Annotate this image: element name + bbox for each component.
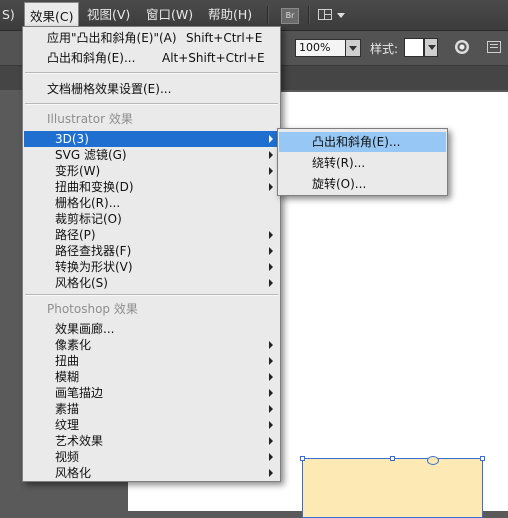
submenu-item-label: 绕转(R)... [312, 156, 366, 170]
menu-item-brush-strokes[interactable]: 画笔描边 [24, 385, 279, 401]
menu-item-label: 变形(W) [55, 164, 101, 178]
submenu-item-label: 凸出和斜角(E)... [312, 135, 401, 149]
menubar-divider [308, 6, 310, 24]
menu-item-distort-transform[interactable]: 扭曲和变换(D) [24, 179, 279, 195]
menu-item-label: 视频 [55, 450, 80, 464]
menu-item-label: 纹理 [55, 418, 80, 432]
menu-item-label: 栅格化(R)... [55, 196, 121, 210]
menu-item-label: SVG 滤镜(G) [55, 148, 127, 162]
submenu-arrow-icon [269, 389, 273, 397]
menu-item-label: 像素化 [55, 338, 92, 352]
menu-item-apply-last-effect[interactable]: 应用"凸出和斜角(E)"(A) Shift+Ctrl+E [24, 30, 279, 46]
submenu-item-label: 旋转(O)... [312, 177, 367, 191]
menu-item-label: 路径(P) [55, 228, 96, 242]
bridge-button[interactable]: Br [281, 8, 299, 24]
corner-widget[interactable] [427, 456, 439, 465]
workspace-switcher-button[interactable] [318, 6, 348, 24]
menu-item-label: 路径查找器(F) [55, 244, 132, 258]
menu-item-pixelate[interactable]: 像素化 [24, 337, 279, 353]
submenu-arrow-icon [269, 373, 273, 381]
menu-item-label: 应用"凸出和斜角(E)"(A) [47, 31, 177, 45]
menu-item-effect-gallery[interactable]: 效果画廊... [24, 321, 279, 337]
submenu-item-extrude-bevel[interactable]: 凸出和斜角(E)... [279, 132, 446, 152]
menu-divider [25, 294, 278, 296]
submenu-arrow-icon [269, 167, 273, 175]
submenu-arrow-icon [269, 279, 273, 287]
submenu-arrow-icon [269, 231, 273, 239]
submenu-arrow-icon [269, 151, 273, 159]
submenu-arrow-icon [269, 405, 273, 413]
menu-item-path[interactable]: 路径(P) [24, 227, 279, 243]
selection-handle[interactable] [480, 456, 485, 461]
menu-item-warp[interactable]: 变形(W) [24, 163, 279, 179]
menu-item-last-effect[interactable]: 凸出和斜角(E)... Alt+Shift+Ctrl+E [24, 50, 279, 66]
menu-item-distort[interactable]: 扭曲 [24, 353, 279, 369]
menu-item-label: 模糊 [55, 370, 80, 384]
submenu-arrow-icon [269, 437, 273, 445]
shortcut-label: Alt+Shift+Ctrl+E [162, 51, 265, 65]
selected-rectangle[interactable] [302, 458, 483, 518]
menu-item-stylize-illustrator[interactable]: 风格化(S) [24, 275, 279, 291]
menu-item-label: 凸出和斜角(E)... [47, 51, 136, 65]
menu-item-label: 素描 [55, 402, 80, 416]
submenu-arrow-icon [269, 183, 273, 191]
menu-divider [25, 72, 278, 74]
menu-item-blur[interactable]: 模糊 [24, 369, 279, 385]
menu-item-convert-to-shape[interactable]: 转换为形状(V) [24, 259, 279, 275]
submenu-arrow-icon [269, 135, 273, 143]
submenu-item-revolve[interactable]: 绕转(R)... [279, 153, 446, 173]
layout-grid-icon [318, 9, 332, 20]
menu-item-stylize-photoshop[interactable]: 风格化 [24, 465, 279, 481]
selection-handle[interactable] [300, 456, 305, 461]
submenu-arrow-icon [269, 469, 273, 477]
menu-item-label: 画笔描边 [55, 386, 104, 400]
submenu-arrow-icon [269, 247, 273, 255]
menu-item-texture[interactable]: 纹理 [24, 417, 279, 433]
menu-item-rasterize[interactable]: 栅格化(R)... [24, 195, 279, 211]
panel-menu-icon[interactable] [487, 41, 501, 53]
menubar-divider [267, 6, 269, 24]
submenu-arrow-icon [269, 421, 273, 429]
shortcut-label: Shift+Ctrl+E [186, 31, 263, 45]
menu-item-label: 效果画廊... [55, 322, 115, 336]
menu-item-artistic[interactable]: 艺术效果 [24, 433, 279, 449]
menu-divider [25, 103, 278, 105]
menu-item-label: 艺术效果 [55, 434, 104, 448]
menu-item-label: 风格化 [55, 466, 92, 480]
menu-item-label: 文档栅格效果设置(E)... [47, 82, 172, 96]
menu-item-3d[interactable]: 3D(3) [24, 131, 279, 147]
effect-menu: 应用"凸出和斜角(E)"(A) Shift+Ctrl+E 凸出和斜角(E)...… [22, 26, 281, 482]
menu-item-label: 裁剪标记(O) [55, 212, 122, 226]
menu-item-sketch[interactable]: 素描 [24, 401, 279, 417]
menu-item-svg-filters[interactable]: SVG 滤镜(G) [24, 147, 279, 163]
menu-item-label: 扭曲和变换(D) [55, 180, 134, 194]
menu-item-pathfinder[interactable]: 路径查找器(F) [24, 243, 279, 259]
menu-item-crop-marks[interactable]: 裁剪标记(O) [24, 211, 279, 227]
menu-item-raster-settings[interactable]: 文档栅格效果设置(E)... [24, 81, 279, 97]
submenu-arrow-icon [269, 263, 273, 271]
menu-item-label: 转换为形状(V) [55, 260, 133, 274]
section-header-photoshop: Photoshop 效果 [47, 302, 138, 316]
submenu-arrow-icon [269, 453, 273, 461]
menu-item-label: 扭曲 [55, 354, 80, 368]
style-label: 样式: [370, 42, 399, 56]
zoom-dropdown-button[interactable] [345, 39, 361, 57]
submenu-3d: 凸出和斜角(E)... 绕转(R)... 旋转(O)... [277, 128, 448, 196]
style-swatch[interactable] [404, 38, 424, 57]
chevron-down-icon [337, 13, 345, 18]
menu-item-video[interactable]: 视频 [24, 449, 279, 465]
menu-select[interactable]: S) [0, 0, 20, 30]
menu-item-label: 3D(3) [55, 132, 89, 146]
recolor-artwork-icon[interactable] [455, 40, 469, 54]
menu-item-label: 风格化(S) [55, 276, 108, 290]
style-dropdown-button[interactable] [424, 38, 438, 57]
submenu-arrow-icon [269, 357, 273, 365]
selection-handle[interactable] [390, 456, 395, 461]
submenu-item-rotate[interactable]: 旋转(O)... [279, 174, 446, 194]
section-header-illustrator: Illustrator 效果 [47, 112, 133, 126]
submenu-arrow-icon [269, 341, 273, 349]
